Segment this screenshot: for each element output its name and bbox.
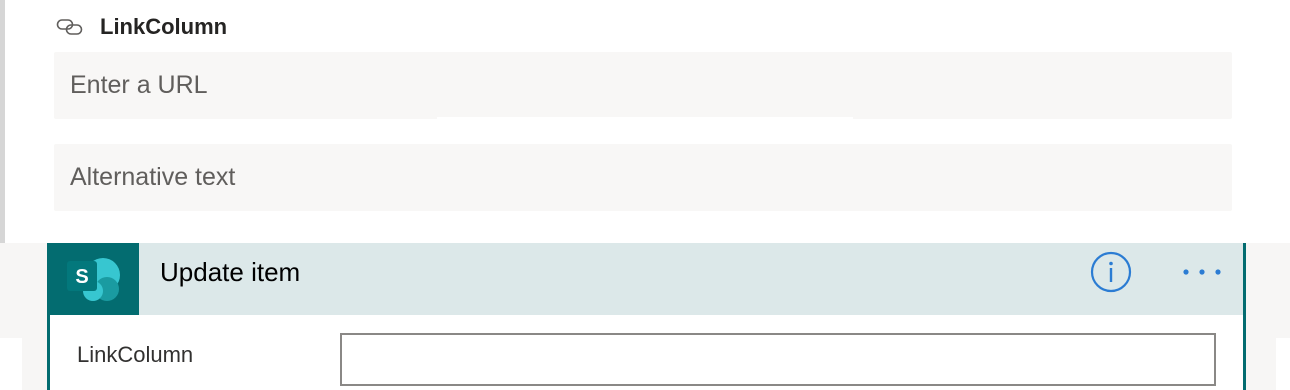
action-title[interactable]: Update item [160,243,300,301]
sharepoint-letter: S [75,266,88,288]
canvas-edge-left [0,338,22,390]
link-field-title: LinkColumn [100,14,228,39]
sharepoint-icon: S [50,243,139,315]
url-input[interactable] [54,52,1232,119]
canvas-edge-right [1276,338,1290,390]
link-column-param-input[interactable] [340,333,1216,386]
update-item-action-card[interactable]: S Update item LinkColumn [47,243,1246,390]
alt-text-input-box[interactable] [54,144,1232,211]
panel-left-border [0,0,5,243]
alt-text-input[interactable] [54,144,1232,211]
link-column-param-label: LinkColumn [77,342,194,367]
info-icon[interactable] [1090,251,1132,293]
action-card-header[interactable]: S Update item [50,243,1243,315]
hyperlink-editor-panel: LinkColumn [0,0,1290,243]
link-icon [56,15,86,39]
link-column-param-field[interactable] [342,335,1214,384]
link-field-header: LinkColumn [56,12,227,42]
url-input-box[interactable] [54,52,1232,119]
more-options-icon[interactable] [1174,251,1230,293]
page: S Update item LinkColumn LinkColumn Ente… [0,0,1290,390]
